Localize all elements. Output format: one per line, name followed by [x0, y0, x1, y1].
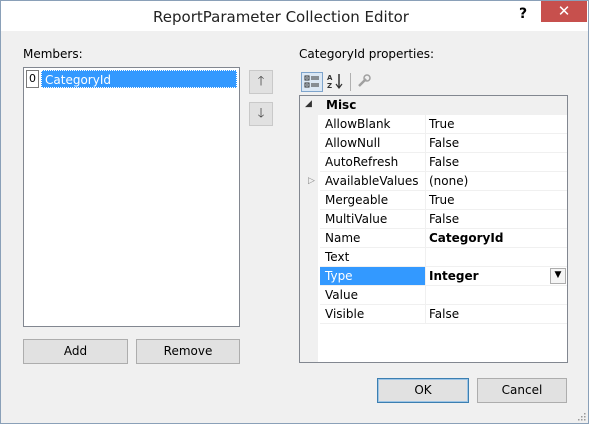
- property-row[interactable]: MultiValue False: [300, 210, 567, 229]
- svg-text:A: A: [327, 74, 333, 82]
- title-bar: ReportParameter Collection Editor ? ✕: [1, 1, 588, 31]
- property-value[interactable]: False: [426, 210, 567, 229]
- ok-button[interactable]: OK: [377, 378, 469, 403]
- resize-grip-icon[interactable]: [576, 411, 586, 421]
- property-name: AllowNull: [320, 134, 426, 153]
- property-row[interactable]: Value: [300, 286, 567, 305]
- wrench-icon: [358, 74, 371, 87]
- property-name: AutoRefresh: [320, 153, 426, 172]
- collapse-icon[interactable]: ◢: [305, 99, 312, 109]
- property-name: Value: [320, 286, 426, 305]
- members-label: Members:: [23, 47, 83, 61]
- property-row[interactable]: AutoRefresh False: [300, 153, 567, 172]
- property-row[interactable]: Mergeable True: [300, 191, 567, 210]
- expand-icon[interactable]: ▷: [308, 176, 315, 186]
- property-value[interactable]: Integer: [426, 267, 567, 286]
- properties-label: CategoryId properties:: [299, 47, 435, 61]
- add-button[interactable]: Add: [23, 339, 128, 364]
- property-name: Type: [320, 267, 426, 286]
- property-row-selected[interactable]: Type Integer ▼: [300, 267, 567, 286]
- property-name: AvailableValues: [320, 172, 426, 191]
- property-row[interactable]: AllowBlank True: [300, 115, 567, 134]
- member-index: 0: [26, 70, 39, 88]
- help-button[interactable]: ?: [516, 5, 530, 23]
- property-value[interactable]: False: [426, 153, 567, 172]
- categorized-icon: [304, 75, 319, 88]
- property-name: Text: [320, 248, 426, 267]
- close-button[interactable]: ✕: [541, 1, 587, 22]
- member-label: CategoryId: [41, 70, 237, 88]
- property-name: Visible: [320, 305, 426, 324]
- alphabetical-button[interactable]: A Z: [325, 72, 347, 92]
- property-value[interactable]: False: [426, 305, 567, 324]
- members-list[interactable]: 0 CategoryId: [23, 67, 240, 327]
- categorized-button[interactable]: [301, 72, 323, 92]
- property-name: AllowBlank: [320, 115, 426, 134]
- remove-button[interactable]: Remove: [136, 339, 240, 364]
- type-dropdown-button[interactable]: ▼: [550, 268, 566, 284]
- property-row[interactable]: ▷ AvailableValues (none): [300, 172, 567, 191]
- arrow-up-icon: 🡑: [257, 74, 265, 89]
- property-value[interactable]: CategoryId: [426, 229, 567, 248]
- sort-alphabetical-icon: A Z: [327, 74, 343, 90]
- property-grid[interactable]: ◢ Misc AllowBlank True AllowNull False A…: [299, 95, 568, 363]
- arrow-down-icon: 🡓: [257, 106, 265, 121]
- property-name: MultiValue: [320, 210, 426, 229]
- property-name: Mergeable: [320, 191, 426, 210]
- property-value[interactable]: True: [426, 191, 567, 210]
- property-value[interactable]: False: [426, 134, 567, 153]
- property-value[interactable]: [426, 286, 567, 305]
- property-value[interactable]: [426, 248, 567, 267]
- svg-text:Z: Z: [327, 82, 332, 90]
- toolbar-separator: [350, 73, 351, 91]
- property-row[interactable]: Visible False: [300, 305, 567, 324]
- chevron-down-icon: ▼: [554, 270, 562, 280]
- property-row[interactable]: Text: [300, 248, 567, 267]
- property-row[interactable]: Name CategoryId: [300, 229, 567, 248]
- list-item[interactable]: 0 CategoryId: [26, 70, 237, 88]
- window-title: ReportParameter Collection Editor: [153, 8, 409, 26]
- move-down-button[interactable]: 🡓: [249, 102, 273, 126]
- property-value[interactable]: (none): [426, 172, 567, 191]
- category-row[interactable]: ◢ Misc: [300, 96, 567, 115]
- collection-editor-dialog: ReportParameter Collection Editor ? ✕ Me…: [0, 0, 589, 424]
- property-row[interactable]: AllowNull False: [300, 134, 567, 153]
- move-up-button[interactable]: 🡑: [249, 70, 273, 94]
- cancel-button[interactable]: Cancel: [477, 378, 567, 403]
- property-name: Name: [320, 229, 426, 248]
- property-value[interactable]: True: [426, 115, 567, 134]
- property-pages-button[interactable]: [354, 72, 376, 92]
- category-label: Misc: [326, 98, 357, 112]
